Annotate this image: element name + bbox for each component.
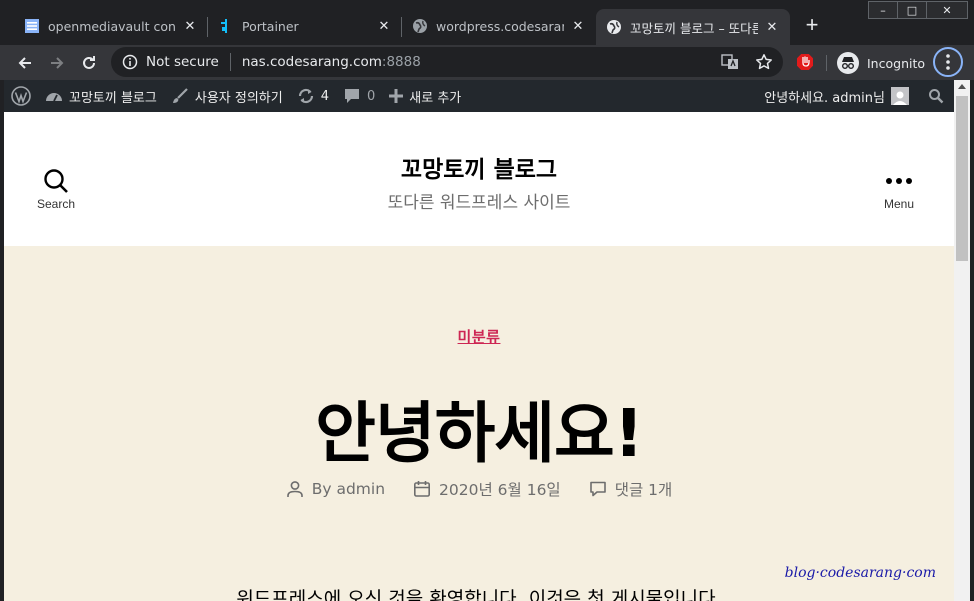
author-link[interactable]: By admin xyxy=(312,480,385,498)
category-link[interactable]: 미분류 xyxy=(458,328,501,346)
incognito-label: Incognito xyxy=(867,55,926,71)
browser-menu-button[interactable] xyxy=(933,47,963,77)
tab-openmediavault[interactable]: openmediavault control ✕ xyxy=(14,9,208,43)
adminbar-secondary: 안녕하세요. admin님 xyxy=(757,80,954,112)
translate-icon[interactable] xyxy=(721,53,739,71)
site-title[interactable]: 꼬망토끼 블로그 xyxy=(4,150,954,184)
bookmark-star-icon[interactable] xyxy=(755,53,773,71)
site-description: 또다른 워드프레스 사이트 xyxy=(387,193,571,213)
reload-button[interactable] xyxy=(75,49,103,77)
tab-strip: openmediavault control ✕ Portainer ✕ wor… xyxy=(14,9,826,45)
adminbar-site-label: 꼬망토끼 블로그 xyxy=(69,90,157,106)
page-viewport: 꼬망토끼 블로그 사용자 정의하기 4 0 새로 추가 안녕하세요. admin… xyxy=(4,80,954,601)
minimize-button[interactable]: – xyxy=(868,1,898,19)
tab-wordpress[interactable]: wordpress.codesarang.c ✕ xyxy=(402,9,596,43)
adminbar-new-label: 새로 추가 xyxy=(409,90,462,106)
adminbar-site-name[interactable]: 꼬망토끼 블로그 xyxy=(38,80,164,112)
post-meta: By admin 2020년 6월 16일 댓글 1개 xyxy=(4,478,954,500)
url-port[interactable]: :8888 xyxy=(382,54,421,70)
menu-toggle-label: Menu xyxy=(884,197,915,211)
tab-title: 꼬망토끼 블로그 – 또다른 xyxy=(630,20,758,36)
close-window-button[interactable]: ✕ xyxy=(926,1,968,19)
adminbar-customize-label: 사용자 정의하기 xyxy=(194,90,283,106)
brush-icon xyxy=(171,87,189,105)
url-host[interactable]: nas.codesarang.com xyxy=(242,54,382,70)
adminbar-search[interactable] xyxy=(916,80,954,112)
incognito-icon xyxy=(837,52,859,74)
adblock-extension-icon[interactable] xyxy=(796,53,814,75)
adminbar-customize[interactable]: 사용자 정의하기 xyxy=(164,80,290,112)
address-bar[interactable]: Not secure nas.codesarang.com:8888 xyxy=(111,47,783,77)
comments-count: 0 xyxy=(367,88,376,104)
back-arrow-icon xyxy=(18,56,31,69)
avatar xyxy=(891,87,909,105)
browser-titlebar: – □ ✕ openmediavault control ✕ Portainer… xyxy=(0,0,974,45)
tab-close-icon[interactable]: ✕ xyxy=(570,19,586,34)
post-comments: 댓글 1개 xyxy=(589,478,673,500)
tab-title: wordpress.codesarang.c xyxy=(436,18,564,34)
window-border xyxy=(970,80,974,601)
more-vertical-icon xyxy=(946,54,950,70)
howdy-text: 안녕하세요. admin님 xyxy=(764,90,885,106)
portainer-icon xyxy=(218,18,234,34)
maximize-button[interactable]: □ xyxy=(897,1,927,19)
comment-bubble-icon xyxy=(343,87,361,105)
post-date: 2020년 6월 16일 xyxy=(413,478,561,500)
user-icon xyxy=(286,480,304,498)
tab-close-icon[interactable]: ✕ xyxy=(182,19,198,34)
reload-icon xyxy=(83,55,95,69)
back-button[interactable] xyxy=(11,49,39,77)
adminbar-new-content[interactable]: 새로 추가 xyxy=(382,80,468,112)
window-controls: – □ ✕ xyxy=(868,1,968,19)
wp-admin-bar: 꼬망토끼 블로그 사용자 정의하기 4 0 새로 추가 안녕하세요. admin… xyxy=(4,80,954,112)
scrollbar-thumb[interactable] xyxy=(956,96,968,261)
adminbar-my-account[interactable]: 안녕하세요. admin님 xyxy=(757,80,916,112)
wordpress-logo-icon xyxy=(11,86,31,106)
browser-toolbar: Not secure nas.codesarang.com:8888 Incog… xyxy=(0,45,974,80)
more-horizontal-icon xyxy=(886,178,913,184)
menu-toggle[interactable]: Menu xyxy=(884,168,914,211)
calendar-icon xyxy=(413,480,431,498)
globe-icon xyxy=(412,18,428,34)
comment-icon xyxy=(589,480,607,498)
post-content: 워드프레스에 오신 것을 환영합니다. 이것은 첫 게시물입니다. xyxy=(236,588,722,601)
search-icon xyxy=(929,89,944,104)
comments-link[interactable]: 댓글 1개 xyxy=(615,478,673,500)
globe-icon xyxy=(606,19,622,35)
date-link[interactable]: 2020년 6월 16일 xyxy=(439,478,561,500)
page-scrollbar[interactable] xyxy=(954,80,970,601)
updates-count: 4 xyxy=(320,88,329,104)
plus-icon xyxy=(389,89,404,103)
info-icon[interactable] xyxy=(122,54,138,70)
tab-title: Portainer xyxy=(242,18,299,34)
security-status[interactable]: Not secure xyxy=(146,54,219,70)
dashboard-icon xyxy=(45,88,63,104)
updates-icon xyxy=(297,87,315,105)
scroll-up-arrow-icon[interactable] xyxy=(958,84,966,89)
tab-blog-active[interactable]: 꼬망토끼 블로그 – 또다른 ✕ xyxy=(596,9,790,45)
tab-title: openmediavault control xyxy=(48,18,176,34)
post-category: 미분류 xyxy=(4,326,954,347)
tab-close-icon[interactable]: ✕ xyxy=(376,19,392,34)
tab-portainer[interactable]: Portainer ✕ xyxy=(208,9,402,43)
incognito-profile[interactable]: Incognito xyxy=(837,50,925,76)
forward-arrow-icon xyxy=(51,56,64,69)
adminbar-comments[interactable]: 0 xyxy=(336,80,382,112)
tab-close-icon[interactable]: ✕ xyxy=(764,20,780,35)
adminbar-updates[interactable]: 4 xyxy=(290,80,336,112)
toolbar-divider xyxy=(826,55,827,71)
omnibox-divider xyxy=(229,53,231,71)
post-title: 안녕하세요! xyxy=(315,395,644,472)
new-tab-button[interactable]: + xyxy=(798,11,826,39)
site-header: Search 꼬망토끼 블로그 또다른 워드프레스 사이트 Menu xyxy=(4,112,954,246)
watermark: blog·codesarang·com xyxy=(784,565,936,581)
post-author: By admin xyxy=(286,478,385,500)
forward-button[interactable] xyxy=(43,49,71,77)
openmediavault-icon xyxy=(24,18,40,34)
wp-logo-menu[interactable] xyxy=(4,80,38,112)
